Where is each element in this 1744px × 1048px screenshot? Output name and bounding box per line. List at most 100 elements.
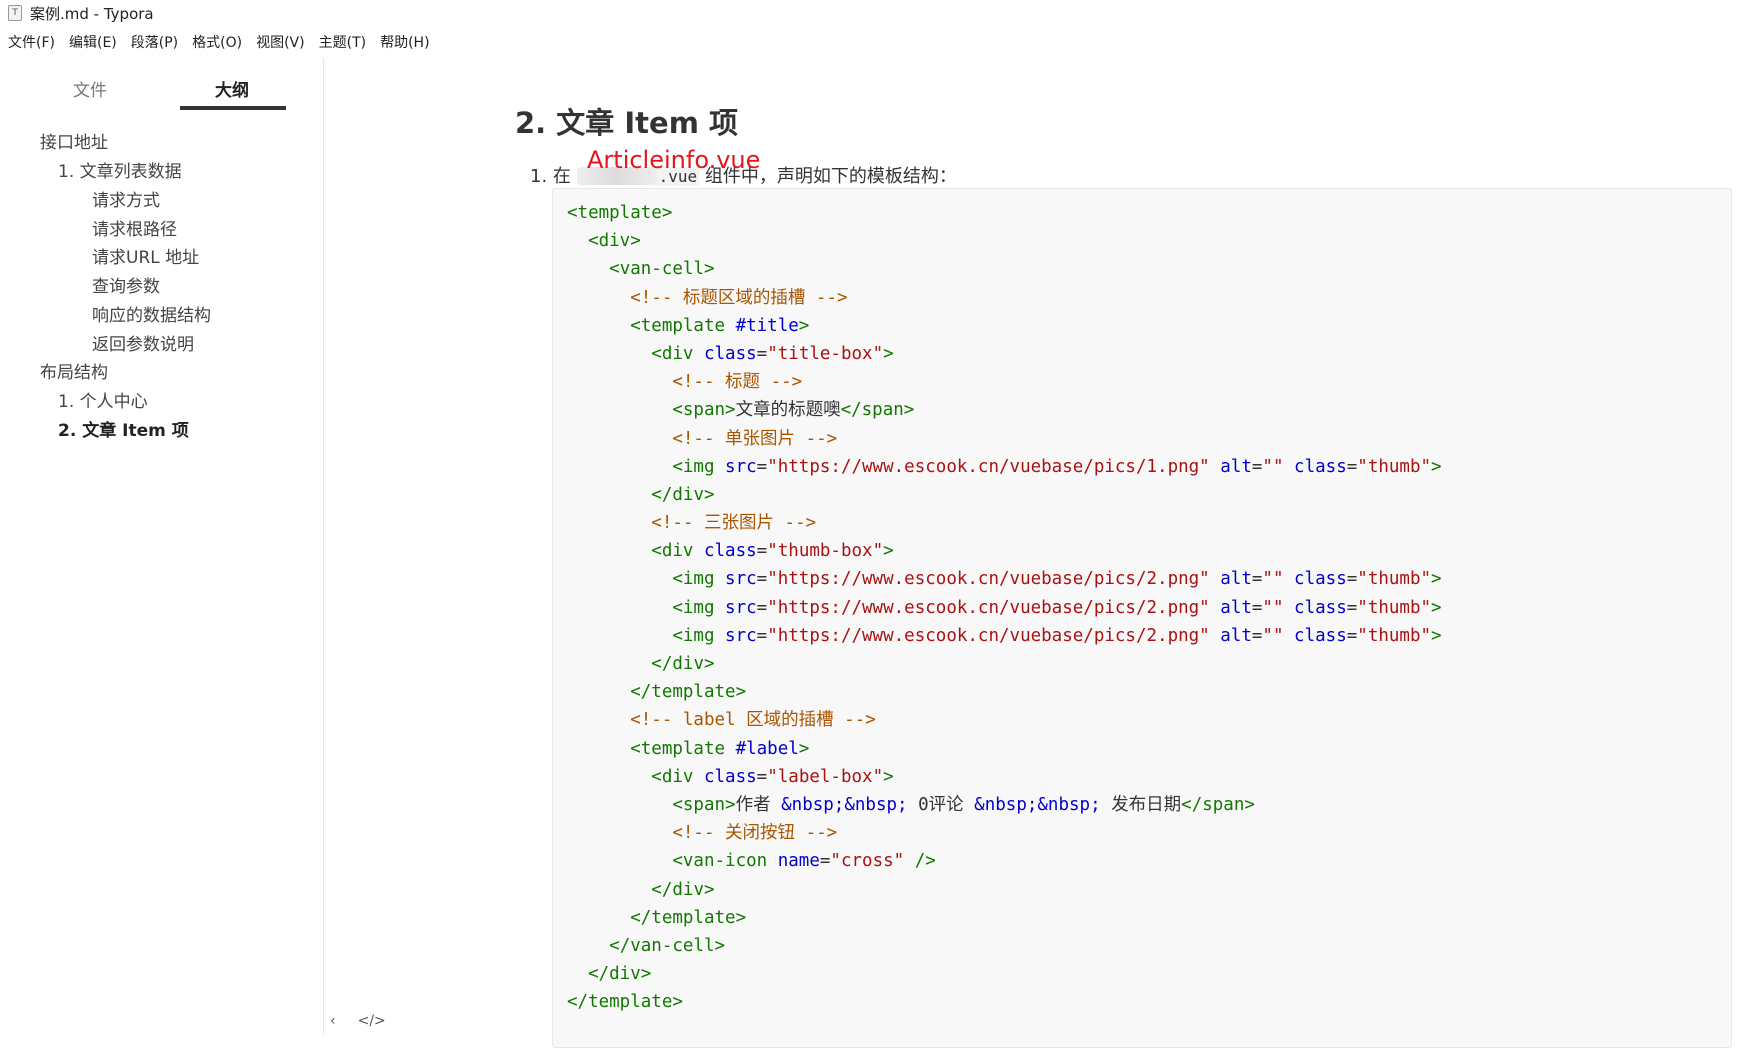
code-block[interactable]: <template> <div> <van-cell> <!-- 标题区域的插槽… <box>552 188 1732 1048</box>
code-line: <div> <box>567 227 1731 255</box>
code-line: <van-cell> <box>567 255 1731 283</box>
code-line: <div class="title-box"> <box>567 340 1731 368</box>
code-token-text: = <box>757 569 768 589</box>
code-token-text <box>567 316 630 336</box>
code-token-str: "" <box>1262 626 1283 646</box>
code-token-text <box>1284 457 1295 477</box>
editor-content[interactable]: 2. 文章 Item 项 1. 在 .vue 组件中，声明如下的模板结构： Ar… <box>325 58 1744 1035</box>
code-token-text: = <box>1347 598 1358 618</box>
outline-item[interactable]: 响应的数据结构 <box>92 301 211 326</box>
code-token-text <box>567 851 672 871</box>
tab-files[interactable]: 文件 <box>73 76 107 101</box>
code-line: <!-- 标题区域的插槽 --> <box>567 284 1731 312</box>
menu-theme[interactable]: 主题(T) <box>319 32 366 52</box>
code-token-attr: src <box>725 569 757 589</box>
code-token-str: "cross" <box>830 851 904 871</box>
code-line: <template> <box>567 199 1731 227</box>
code-token-text: = <box>1347 457 1358 477</box>
code-line: </div> <box>567 481 1731 509</box>
code-token-tag: > <box>883 767 894 787</box>
outline-item-active[interactable]: 2. 文章 Item 项 <box>58 416 189 441</box>
code-token-comment: <!-- 单张图片 --> <box>672 429 837 449</box>
outline-item[interactable]: 请求URL 地址 <box>92 243 199 268</box>
title-bar: T 案例.md - Typora <box>0 0 1744 26</box>
code-token-tag: <template> <box>567 203 672 223</box>
menu-bar: 文件(F) 编辑(E) 段落(P) 格式(O) 视图(V) 主题(T) 帮助(H… <box>0 28 444 56</box>
code-token-text <box>567 400 672 420</box>
code-line: <!-- 单张图片 --> <box>567 425 1731 453</box>
code-token-text: = <box>757 457 768 477</box>
outline-item[interactable]: 1. 个人中心 <box>58 387 148 412</box>
code-token-text <box>567 344 651 364</box>
code-token-str: "thumb" <box>1357 569 1431 589</box>
code-token-attr: src <box>725 598 757 618</box>
code-token-str: "thumb-box" <box>767 541 883 561</box>
menu-format[interactable]: 格式(O) <box>192 32 242 52</box>
code-token-text <box>567 429 672 449</box>
code-token-comment: <!-- label 区域的插槽 --> <box>630 710 876 730</box>
sidebar-tabs: 文件 大纲 <box>0 58 323 114</box>
section-heading: 2. 文章 Item 项 <box>515 100 738 142</box>
code-token-attr: class <box>704 767 757 787</box>
code-token-attr: class <box>1294 569 1347 589</box>
code-token-tag: <div <box>651 767 704 787</box>
code-token-str: "thumb" <box>1357 457 1431 477</box>
outline-item[interactable]: 查询参数 <box>92 272 160 297</box>
code-token-comment: <!-- 三张图片 --> <box>651 513 816 533</box>
code-token-text <box>567 654 651 674</box>
code-token-tag: </template> <box>630 682 746 702</box>
outline-item[interactable]: 请求根路径 <box>92 215 177 240</box>
code-token-tag: > <box>1431 626 1442 646</box>
code-token-tag: </template> <box>567 992 683 1012</box>
code-token-text <box>567 682 630 702</box>
code-token-text: = <box>757 767 768 787</box>
menu-edit[interactable]: 编辑(E) <box>69 32 117 52</box>
code-token-str: "title-box" <box>767 344 883 364</box>
menu-file[interactable]: 文件(F) <box>8 32 55 52</box>
menu-help[interactable]: 帮助(H) <box>380 32 429 52</box>
code-line: <van-icon name="cross" /> <box>567 847 1731 875</box>
outline-item[interactable]: 接口地址 <box>40 128 108 153</box>
menu-view[interactable]: 视图(V) <box>256 32 305 52</box>
outline-item[interactable]: 请求方式 <box>92 186 160 211</box>
code-token-attr: class <box>1294 598 1347 618</box>
code-token-attr: src <box>725 626 757 646</box>
red-annotation: Articleinfo.vue <box>587 146 760 174</box>
code-token-str: "thumb" <box>1357 626 1431 646</box>
code-token-text: 发布日期 <box>1101 795 1182 815</box>
code-line: <span>作者 &nbsp;&nbsp; 0评论 &nbsp;&nbsp; 发… <box>567 791 1731 819</box>
code-token-text: = <box>757 626 768 646</box>
code-line: <div class="thumb-box"> <box>567 537 1731 565</box>
code-token-comment: <!-- 标题 --> <box>672 372 802 392</box>
code-token-text <box>1284 598 1295 618</box>
code-token-attr: class <box>1294 626 1347 646</box>
outline-item[interactable]: 返回参数说明 <box>92 330 194 355</box>
code-token-attr: alt <box>1220 457 1252 477</box>
code-line: <!-- 标题 --> <box>567 368 1731 396</box>
code-token-text <box>1210 626 1221 646</box>
sidebar: 文件 大纲 接口地址 1. 文章列表数据 请求方式 请求根路径 请求URL 地址… <box>0 58 324 1035</box>
code-token-text <box>1284 569 1295 589</box>
code-token-text <box>567 710 630 730</box>
code-token-str: "https://www.escook.cn/vuebase/pics/2.pn… <box>767 598 1210 618</box>
code-token-text <box>567 259 609 279</box>
code-token-tag: > <box>1431 457 1442 477</box>
code-token-text <box>567 964 588 984</box>
code-token-attr: name <box>778 851 820 871</box>
menu-paragraph[interactable]: 段落(P) <box>131 32 178 52</box>
tab-outline[interactable]: 大纲 <box>215 76 249 101</box>
code-line: </div> <box>567 876 1731 904</box>
code-line: </div> <box>567 960 1731 988</box>
code-line: <!-- 关闭按钮 --> <box>567 819 1731 847</box>
code-token-tag: > <box>799 316 810 336</box>
code-token-tag: </div> <box>651 654 714 674</box>
typora-app-icon: T <box>8 5 22 21</box>
code-token-tag: <div> <box>588 231 641 251</box>
code-token-attr: class <box>704 344 757 364</box>
outline-item[interactable]: 1. 文章列表数据 <box>58 157 182 182</box>
outline-item[interactable]: 布局结构 <box>40 358 108 383</box>
code-token-tag: </span> <box>841 400 915 420</box>
code-token-tag: > <box>1431 598 1442 618</box>
code-token-tag: <template <box>630 739 735 759</box>
code-token-text <box>567 513 651 533</box>
